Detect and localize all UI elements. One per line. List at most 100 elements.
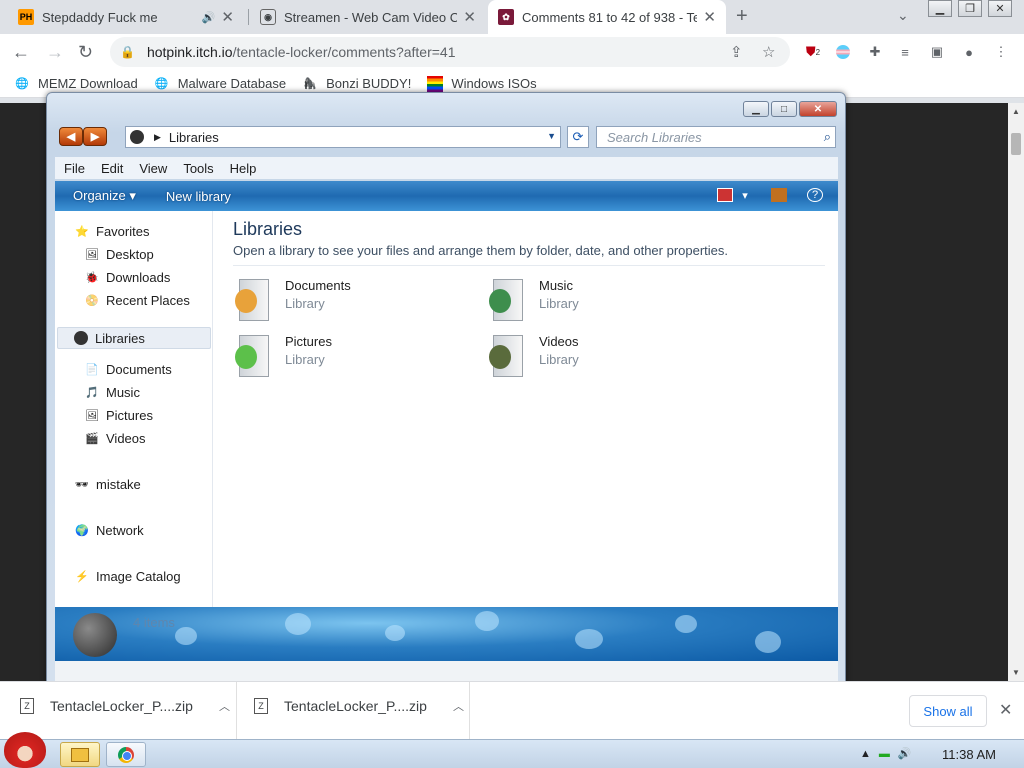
extensions-icon[interactable]: ✚ [866, 43, 884, 61]
menu-file[interactable]: File [64, 161, 85, 176]
libraries-icon [73, 330, 89, 346]
nav-network[interactable]: 🌍 Network [74, 522, 144, 538]
scroll-thumb[interactable] [1011, 133, 1021, 155]
library-music[interactable]: Music Library [487, 277, 579, 323]
download-item[interactable]: Z TentacleLocker_P....zip ︿ [20, 698, 230, 714]
maximize-icon[interactable]: □ [771, 101, 797, 117]
library-pictures[interactable]: Pictures Library [233, 333, 332, 379]
system-tray: ▲ ▬ 🔊 [860, 747, 920, 761]
item-count: 4 items [133, 615, 175, 630]
forward-icon[interactable]: → [46, 42, 64, 63]
bookmark-malware-database[interactable]: 🌐 Malware Database [154, 76, 286, 92]
show-all-button[interactable]: Show all [909, 695, 987, 727]
preview-pane-icon[interactable] [771, 188, 787, 202]
page-subtitle: Open a library to see your files and arr… [233, 243, 729, 258]
share-icon[interactable]: ⇪ [730, 43, 743, 61]
homegroup-icon: 🕶 [75, 478, 89, 491]
window-controls: ▁ ❐ ✕ [922, 0, 1012, 17]
search-icon[interactable]: ⌕ [824, 129, 831, 145]
menu-tools[interactable]: Tools [183, 161, 213, 176]
tab-title: Comments 81 to 42 of 938 - Te [522, 9, 698, 25]
volume-icon[interactable]: 🔊 [898, 747, 912, 760]
folder-icon [71, 747, 89, 762]
close-icon[interactable]: ✕ [988, 0, 1012, 17]
close-icon[interactable]: ✕ [799, 101, 837, 117]
download-item[interactable]: Z TentacleLocker_P....zip ︿ [254, 698, 464, 714]
minimize-icon[interactable]: ▁ [743, 101, 769, 117]
new-tab-icon[interactable]: + [736, 5, 748, 28]
close-tab-icon[interactable]: ✕ [703, 8, 716, 26]
nav-downloads[interactable]: 🐞 Downloads [84, 269, 170, 285]
nav-music[interactable]: 🎵 Music [84, 384, 140, 400]
side-panel-icon[interactable]: ▣ [928, 43, 946, 61]
menu-icon[interactable]: ⋮ [992, 43, 1010, 61]
view-options-icon[interactable] [717, 188, 733, 202]
media-icon[interactable]: ≡ [896, 43, 914, 61]
organize-button[interactable]: Organize ▾ [73, 188, 136, 204]
back-icon[interactable]: ◀ [59, 127, 83, 146]
nav-favorites[interactable]: ⭐ Favorites [74, 223, 149, 239]
start-button-icon[interactable] [4, 732, 46, 768]
library-documents[interactable]: Documents Library [233, 277, 351, 323]
close-tab-icon[interactable]: ✕ [463, 8, 476, 26]
tab-title: Streamen - Web Cam Video Ch [284, 9, 458, 25]
explorer-address-bar[interactable]: ▶ Libraries ▼ [125, 126, 561, 148]
pictures-icon: 🖼 [85, 409, 99, 422]
close-tab-icon[interactable]: ✕ [221, 8, 234, 26]
chevron-down-icon[interactable]: ▼ [547, 131, 556, 141]
nav-libraries[interactable]: Libraries [57, 327, 211, 349]
forward-icon[interactable]: ▶ [83, 127, 107, 146]
music-icon: 🎵 [85, 386, 99, 399]
taskbar-explorer-button[interactable] [60, 742, 100, 767]
new-library-button[interactable]: New library [166, 189, 231, 204]
search-input[interactable]: Search Libraries ⌕ [596, 126, 836, 148]
audio-icon[interactable]: 🔊 [202, 11, 216, 24]
tab-stepdaddy[interactable]: PH Stepdaddy Fuck me 🔊 ✕ [8, 0, 244, 34]
nav-recent-places[interactable]: 📀 Recent Places [84, 292, 190, 308]
browser-toolbar: ← → ↻ 🔒 hotpink.itch.io/tentacle-locker/… [0, 34, 1024, 70]
address-bar[interactable]: 🔒 hotpink.itch.io/tentacle-locker/commen… [110, 37, 790, 67]
nav-pictures[interactable]: 🖼 Pictures [84, 407, 153, 423]
nav-image-catalog[interactable]: ⚡ Image Catalog [74, 568, 180, 584]
tab-comments[interactable]: ✿ Comments 81 to 42 of 938 - Te ✕ [488, 0, 726, 34]
lock-icon[interactable]: 🔒 [120, 45, 135, 59]
refresh-icon[interactable]: ⟳ [567, 126, 589, 148]
chevron-down-icon[interactable]: ⌄ [897, 7, 909, 24]
star-icon[interactable]: ☆ [762, 43, 775, 61]
nav-desktop[interactable]: 🖼 Desktop [84, 246, 154, 262]
library-videos[interactable]: Videos Library [487, 333, 579, 379]
help-icon[interactable]: ? [807, 188, 823, 202]
restore-icon[interactable]: ❐ [958, 0, 982, 17]
tray-arrow-icon[interactable]: ▲ [860, 748, 871, 760]
menu-view[interactable]: View [139, 161, 167, 176]
taskbar: ▲ ▬ 🔊 11:38 AM [0, 732, 1024, 768]
chevron-up-icon[interactable]: ︿ [453, 698, 464, 714]
nav-documents[interactable]: 📄 Documents [84, 361, 172, 377]
videos-icon: 🎬 [85, 432, 99, 445]
ublock-icon[interactable]: ⛊ 2 [804, 43, 822, 61]
tab-streamen[interactable]: ◉ Streamen - Web Cam Video Ch ✕ [250, 0, 486, 34]
menu-edit[interactable]: Edit [101, 161, 123, 176]
bookmark-bonzi[interactable]: 🦍 Bonzi BUDDY! [302, 76, 411, 92]
scroll-down-icon[interactable]: ▼ [1012, 668, 1020, 677]
bookmark-memz[interactable]: 🌐 MEMZ Download [14, 76, 138, 92]
profile-icon[interactable]: ● [960, 43, 978, 61]
chevron-up-icon[interactable]: ︿ [219, 698, 230, 714]
trans-flag-icon[interactable] [834, 43, 852, 61]
close-icon[interactable]: ✕ [999, 700, 1012, 720]
network-icon[interactable]: ▬ [879, 748, 890, 760]
taskbar-chrome-button[interactable] [106, 742, 146, 767]
reload-icon[interactable]: ↻ [78, 42, 93, 63]
menu-help[interactable]: Help [230, 161, 257, 176]
page-scrollbar[interactable]: ▲ ▼ [1008, 103, 1024, 681]
back-icon[interactable]: ← [12, 42, 30, 63]
clock[interactable]: 11:38 AM [942, 747, 996, 762]
downloads-shelf: Z TentacleLocker_P....zip ︿ Z TentacleLo… [0, 681, 1024, 740]
nav-mistake[interactable]: 🕶 mistake [74, 476, 141, 492]
minimize-icon[interactable]: ▁ [928, 0, 952, 17]
nav-videos[interactable]: 🎬 Videos [84, 430, 145, 446]
scroll-up-icon[interactable]: ▲ [1012, 107, 1020, 116]
chevron-down-icon[interactable]: ▾ [737, 188, 753, 202]
breadcrumb-arrow-icon[interactable]: ▶ [154, 132, 161, 143]
bookmark-windows-isos[interactable]: Windows ISOs [427, 75, 537, 92]
